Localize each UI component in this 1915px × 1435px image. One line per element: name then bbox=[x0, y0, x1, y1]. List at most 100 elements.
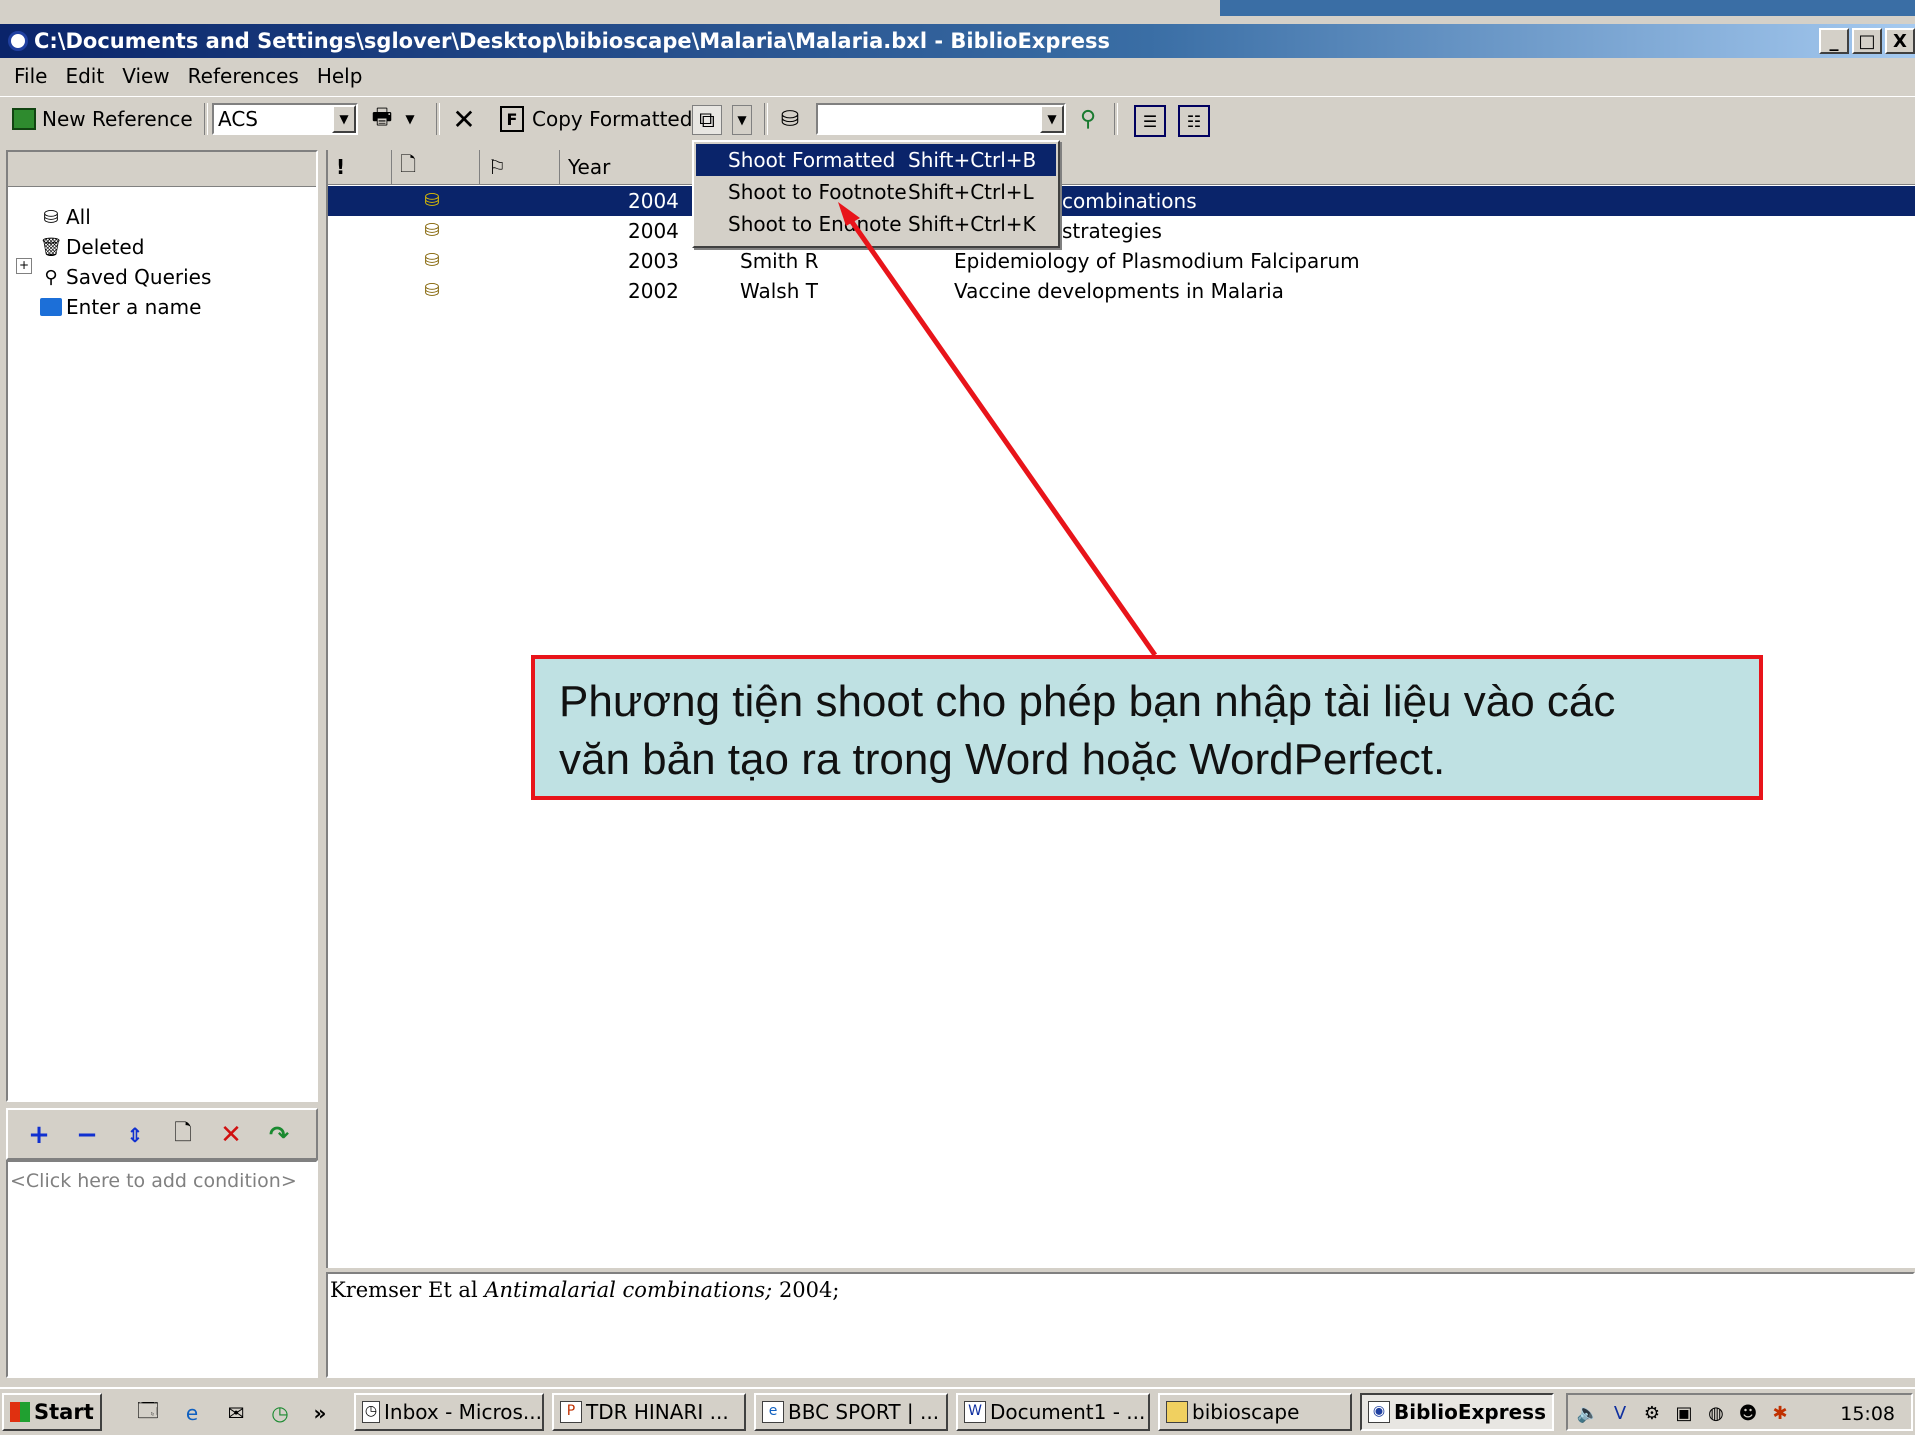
menu-help[interactable]: Help bbox=[308, 64, 372, 88]
print-dropdown-icon[interactable]: ▼ bbox=[402, 105, 418, 133]
globe-icon[interactable]: ◍ bbox=[1704, 1401, 1728, 1425]
expand-icon[interactable]: + bbox=[16, 258, 32, 274]
menu-item-shoot-formatted[interactable]: Shoot Formatted Shift+Ctrl+B bbox=[696, 144, 1056, 176]
copy-formatted-button[interactable]: F Copy Formatted bbox=[500, 101, 692, 137]
tree-item-deleted[interactable]: 🗑 Deleted bbox=[39, 232, 145, 262]
volume-icon[interactable]: 🔈 bbox=[1576, 1401, 1600, 1425]
network-icon[interactable]: ⚙ bbox=[1640, 1401, 1664, 1425]
more-quicklaunch[interactable]: » bbox=[306, 1399, 334, 1427]
menu-file[interactable]: File bbox=[0, 64, 56, 88]
row-year: 2004 bbox=[628, 189, 679, 213]
library-icon[interactable]: ⛁ bbox=[776, 105, 804, 133]
shoot-dropdown-icon[interactable]: ▼ bbox=[732, 105, 752, 135]
task-inbox[interactable]: ◷ Inbox - Micros... bbox=[354, 1393, 544, 1431]
row-title: strategies bbox=[1062, 219, 1162, 243]
toolbar-separator bbox=[436, 103, 440, 135]
delete-icon[interactable]: ✕ bbox=[450, 103, 478, 136]
callout-line: văn bản tạo ra trong Word hoặc WordPerfe… bbox=[559, 735, 1446, 784]
task-tdr-hinari[interactable]: P TDR HINARI ... bbox=[552, 1393, 746, 1431]
remove-condition-icon[interactable]: − bbox=[72, 1120, 102, 1150]
task-bbc-sport[interactable]: e BBC SPORT | ... bbox=[754, 1393, 948, 1431]
biblioexpress-icon: ◉ bbox=[1368, 1401, 1390, 1423]
messenger-icon[interactable]: ☻ bbox=[1736, 1401, 1760, 1425]
task-bibioscape[interactable]: bibioscape bbox=[1158, 1393, 1352, 1431]
menu-item-shortcut: Shift+Ctrl+K bbox=[908, 212, 1036, 236]
tree-item-label: Enter a name bbox=[66, 295, 202, 319]
delete-query-icon[interactable]: ✕ bbox=[216, 1120, 246, 1150]
task-label: BiblioExpress bbox=[1394, 1400, 1546, 1424]
menu-view[interactable]: View bbox=[113, 64, 178, 88]
column-document[interactable]: 🗋 bbox=[392, 150, 480, 184]
view-detail-icon[interactable]: ☷ bbox=[1178, 105, 1210, 137]
preview-year: 2004; bbox=[778, 1278, 840, 1302]
folder-icon bbox=[1166, 1401, 1188, 1423]
trash-icon: 🗑 bbox=[39, 236, 63, 258]
tree-item-enter-name[interactable]: Enter a name bbox=[40, 292, 201, 322]
query-conditions[interactable]: <Click here to add condition> bbox=[6, 1160, 318, 1378]
chevron-down-icon[interactable]: ▼ bbox=[1040, 105, 1064, 133]
preview-authors: Kremser Et al bbox=[330, 1278, 478, 1302]
monitor-icon[interactable]: ▣ bbox=[1672, 1401, 1696, 1425]
style-select[interactable]: ACS ▼ bbox=[212, 103, 358, 135]
pin-icon: ⚐ bbox=[488, 155, 506, 179]
tree-item-label: Deleted bbox=[66, 235, 145, 259]
view-list-icon[interactable]: ☰ bbox=[1134, 105, 1166, 137]
toolbar-separator bbox=[204, 103, 208, 135]
minimize-button[interactable]: _ bbox=[1819, 28, 1849, 54]
callout-text: Phương tiện shoot cho phép bạn nhập tài … bbox=[559, 673, 1615, 789]
internet-explorer-icon[interactable]: e bbox=[178, 1399, 206, 1427]
menu-item-shoot-footnote[interactable]: Shoot to Footnote Shift+Ctrl+L bbox=[696, 176, 1056, 208]
column-flag-label: ! bbox=[336, 155, 346, 179]
find-icon[interactable]: ⚲ bbox=[1074, 105, 1102, 133]
outlook-icon[interactable]: ✉ bbox=[222, 1399, 250, 1427]
reference-icon: ⛁ bbox=[424, 190, 440, 211]
folder-icon bbox=[40, 298, 62, 316]
close-button[interactable]: X bbox=[1885, 28, 1915, 54]
menu-edit[interactable]: Edit bbox=[56, 64, 113, 88]
start-button[interactable]: Start bbox=[2, 1393, 102, 1431]
toolbar-separator bbox=[1114, 103, 1118, 135]
show-desktop-icon[interactable]: 🗔 bbox=[134, 1398, 162, 1427]
add-condition-placeholder[interactable]: <Click here to add condition> bbox=[10, 1170, 297, 1192]
magnifier-icon: ⚲ bbox=[44, 266, 58, 288]
menu-item-shoot-endnote[interactable]: Shoot to Endnote Shift+Ctrl+K bbox=[696, 208, 1056, 240]
task-label: Document1 - ... bbox=[990, 1400, 1146, 1424]
table-row[interactable]: ⛁ 2004 strategies bbox=[328, 216, 1915, 246]
tree-item-all[interactable]: ⛁ All bbox=[40, 202, 90, 232]
new-reference-button[interactable]: New Reference bbox=[12, 101, 193, 137]
toggle-operator-icon[interactable]: ⇕ bbox=[120, 1120, 150, 1150]
row-author: Walsh T bbox=[740, 279, 818, 303]
start-label: Start bbox=[34, 1400, 94, 1424]
table-row[interactable]: ⛁ 2004 combinations bbox=[328, 186, 1915, 216]
column-attachment[interactable]: ⚐ bbox=[480, 150, 560, 184]
add-condition-icon[interactable]: + bbox=[24, 1120, 54, 1150]
word-icon: W bbox=[964, 1401, 986, 1423]
task-document1[interactable]: W Document1 - ... bbox=[956, 1393, 1150, 1431]
antivirus-icon[interactable]: V bbox=[1608, 1401, 1632, 1425]
alert-icon[interactable]: ✱ bbox=[1768, 1401, 1792, 1425]
app-icon[interactable] bbox=[8, 31, 28, 51]
tree-item-saved-queries[interactable]: ⚲ Saved Queries bbox=[40, 262, 211, 292]
task-label: Inbox - Micros... bbox=[384, 1400, 542, 1424]
run-query-icon[interactable]: ↷ bbox=[264, 1120, 294, 1150]
clock[interactable]: 15:08 bbox=[1840, 1403, 1895, 1425]
chevron-down-icon[interactable]: ▼ bbox=[332, 105, 356, 133]
title-bar[interactable]: C:\Documents and Settings\sglover\Deskto… bbox=[0, 24, 1915, 58]
table-row[interactable]: ⛁ 2002 Walsh T Vaccine developments in M… bbox=[328, 276, 1915, 306]
taskbar: Start 🗔 e ✉ ◷ » ◷ Inbox - Micros... P TDR … bbox=[0, 1387, 1915, 1435]
previous-window-strip bbox=[0, 0, 1915, 24]
search-combo[interactable]: ▼ bbox=[816, 103, 1066, 135]
shoot-icon[interactable]: ⧉ bbox=[692, 105, 722, 135]
window-title: C:\Documents and Settings\sglover\Deskto… bbox=[34, 29, 1110, 53]
task-label: BBC SPORT | ... bbox=[788, 1400, 940, 1424]
table-row[interactable]: ⛁ 2003 Smith R Epidemiology of Plasmodiu… bbox=[328, 246, 1915, 276]
internet-explorer-icon: e bbox=[762, 1401, 784, 1423]
windows-logo-icon bbox=[10, 1402, 30, 1422]
maximize-button[interactable]: □ bbox=[1852, 28, 1882, 54]
new-query-icon[interactable]: 🗋 bbox=[168, 1120, 198, 1150]
task-biblioexpress[interactable]: ◉ BiblioExpress bbox=[1360, 1393, 1554, 1431]
menu-references[interactable]: References bbox=[179, 64, 308, 88]
column-flag[interactable]: ! bbox=[328, 150, 392, 184]
print-icon[interactable]: 🖶 bbox=[368, 105, 396, 133]
clock-app-icon[interactable]: ◷ bbox=[266, 1399, 294, 1427]
